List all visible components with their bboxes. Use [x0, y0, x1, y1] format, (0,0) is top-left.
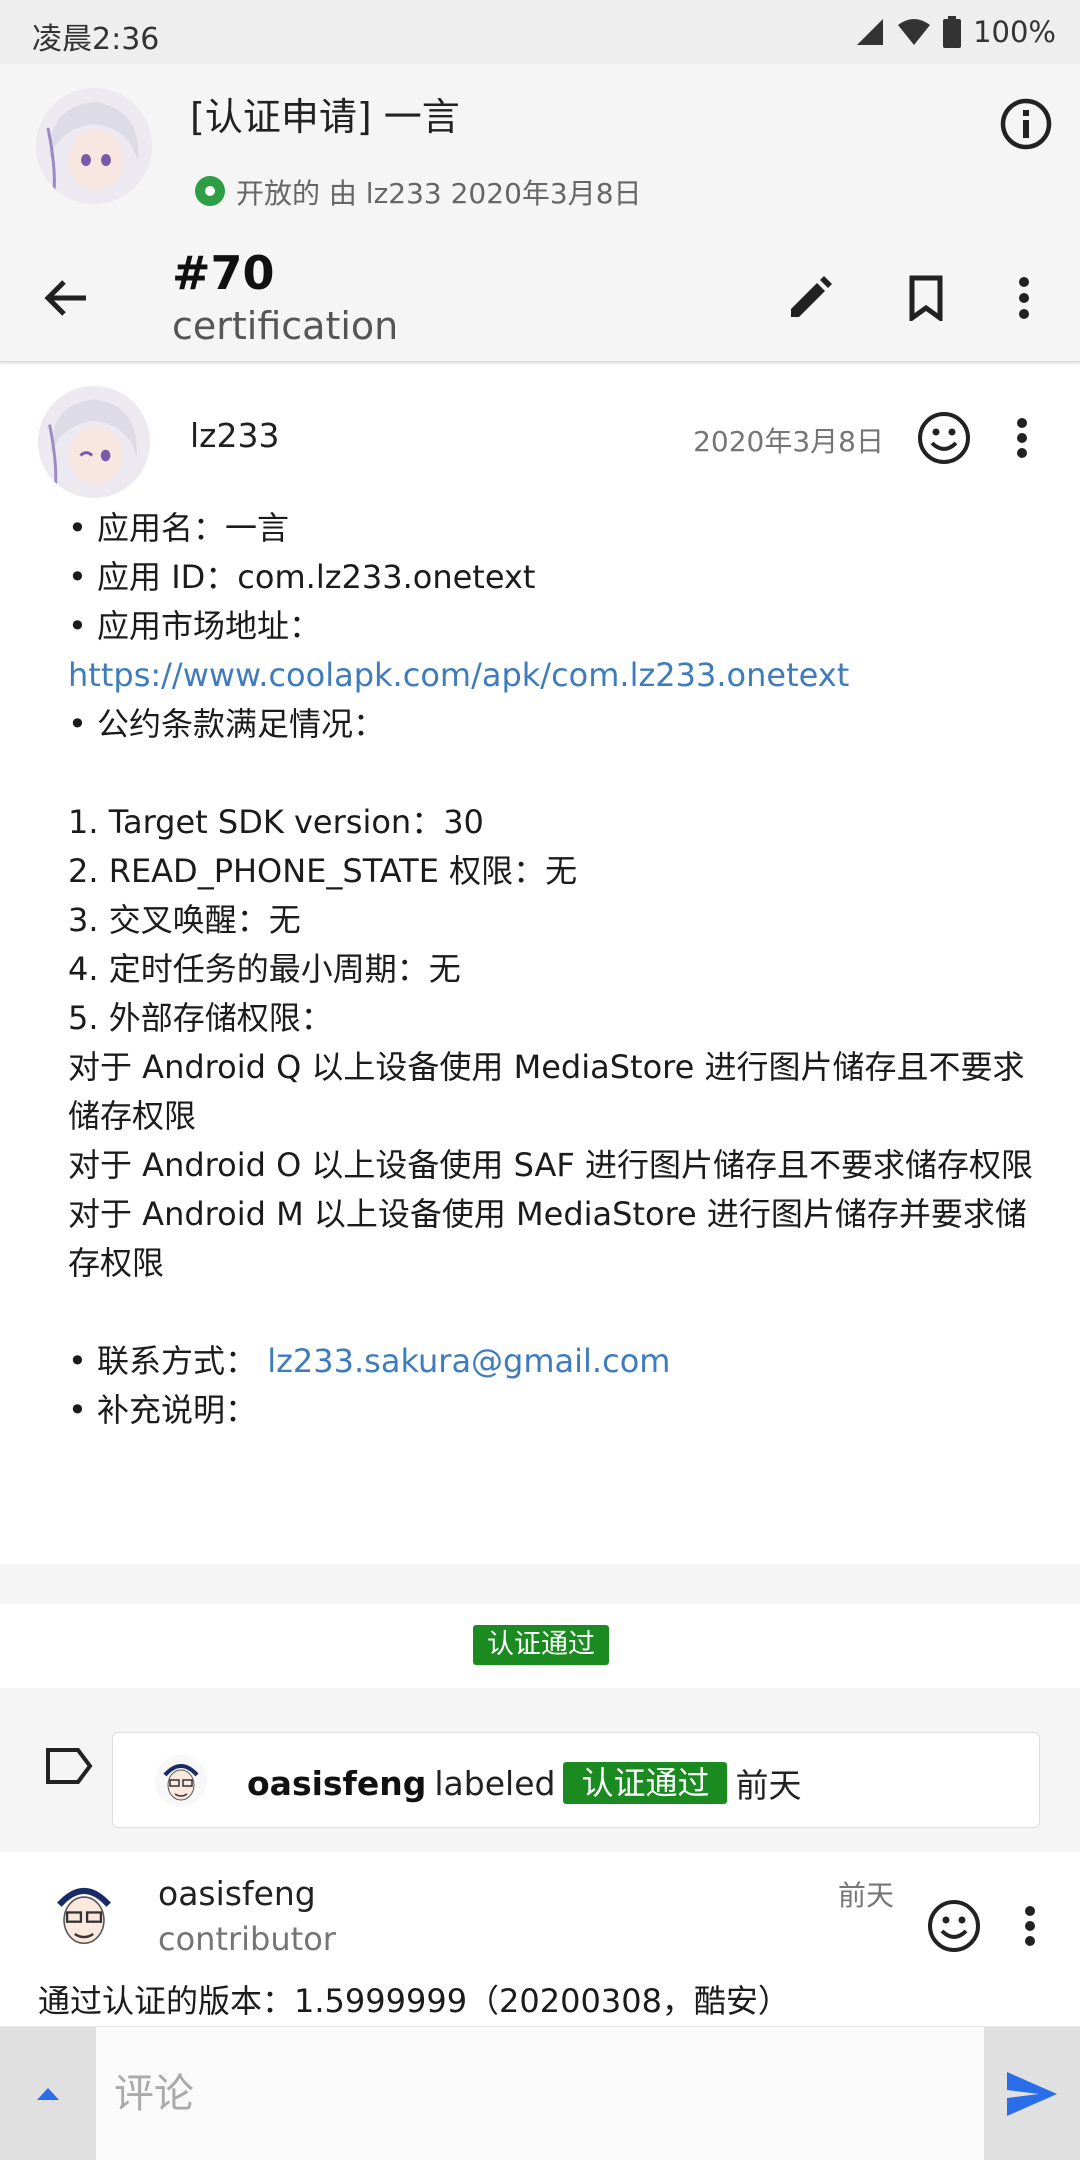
body-line: 2. READ_PHONE_STATE 权限：无 [68, 852, 578, 890]
edit-button[interactable] [778, 266, 842, 330]
comment-date: 2020年3月8日 [693, 425, 884, 458]
event-time: 前天 [735, 1766, 802, 1805]
comment-more-button[interactable] [1002, 408, 1042, 468]
issue-meta: 开放的 由 lz233 2020年3月8日 [236, 177, 642, 210]
battery-icon [943, 16, 962, 48]
timeline-event: oasisfeng labeled 认证通过 前天 [0, 1688, 1080, 1852]
pencil-icon [791, 276, 832, 317]
body-line: 3. 交叉唤醒：无 [68, 901, 301, 939]
body-line [68, 749, 1048, 798]
event-action: labeled [434, 1763, 556, 1803]
body-line: 4. 定时任务的最小周期：无 [68, 950, 461, 988]
status-bar: 凌晨2:36 100% [0, 0, 1080, 64]
expand-composer-button[interactable] [0, 2027, 96, 2160]
body-line [68, 1288, 1048, 1337]
send-icon [1007, 2072, 1057, 2116]
comment-date: 前天 [837, 1879, 894, 1912]
caret-up-icon [37, 2088, 59, 2100]
send-button[interactable] [984, 2027, 1080, 2160]
more-vertical-icon [1025, 1906, 1035, 1946]
issue-comment: oasisfeng contributor 前天 通过认证的版本：1.59999… [0, 1852, 1080, 2026]
body-line: 对于 Android M 以上设备使用 MediaStore 进行图片储存并要求… [68, 1195, 1027, 1282]
smiley-icon [928, 1900, 980, 1952]
event-card: oasisfeng labeled 认证通过 前天 [112, 1732, 1040, 1828]
smiley-icon [918, 412, 970, 464]
add-reaction-button[interactable] [914, 408, 974, 468]
arrow-back-icon [44, 280, 86, 316]
extra-label: • 补充说明： [68, 1391, 258, 1429]
more-vertical-icon [1017, 418, 1027, 458]
comment-input[interactable] [96, 2027, 984, 2160]
info-icon [1000, 98, 1052, 150]
issue-title: [认证申请] 一言 [190, 95, 460, 139]
comment-author-avatar[interactable] [38, 386, 150, 498]
issue-comment: lz233 2020年3月8日 • 应用名：一言 • 应用 ID：com.lz2… [0, 364, 1080, 1564]
issue-number: #70 [172, 246, 275, 300]
comment-author-avatar[interactable] [44, 1874, 124, 1954]
event-actor-avatar[interactable] [155, 1755, 207, 1807]
body-line: 对于 Android Q 以上设备使用 MediaStore 进行图片储存且不要… [68, 1048, 1025, 1135]
comment-more-button[interactable] [1010, 1896, 1050, 1956]
body-line: • 应用市场地址： [68, 607, 322, 645]
applied-labels: 认证通过 [0, 1604, 1080, 1688]
coolapk-link[interactable]: https://www.coolapk.com/apk/com.lz233.on… [68, 656, 849, 694]
comment-author[interactable]: oasisfeng [158, 1874, 316, 1913]
system-icons: 100% [855, 12, 1056, 52]
issue-header: [认证申请] 一言 开放的 由 lz233 2020年3月8日 [0, 64, 1080, 234]
label-tag-icon [46, 1748, 93, 1784]
back-button[interactable] [34, 266, 98, 330]
wifi-icon [898, 19, 931, 45]
overflow-menu-button[interactable] [994, 266, 1054, 330]
comment-body: 通过认证的版本：1.5999999（20200308，酷安） [38, 1982, 790, 2020]
info-button[interactable] [996, 94, 1056, 154]
body-line: • 应用名：一言 [68, 509, 290, 547]
add-reaction-button[interactable] [924, 1896, 984, 1956]
repo-name: certification [172, 304, 399, 348]
contact-email-link[interactable]: lz233.sakura@gmail.com [267, 1342, 670, 1380]
body-line: • 应用 ID：com.lz233.onetext [68, 558, 536, 596]
body-line: 5. 外部存储权限： [68, 999, 333, 1037]
body-line: 对于 Android O 以上设备使用 SAF 进行图片储存且不要求储存权限 [68, 1146, 1033, 1184]
event-actor[interactable]: oasisfeng [247, 1764, 426, 1803]
comment-body: • 应用名：一言 • 应用 ID：com.lz233.onetext • 应用市… [68, 504, 1048, 1435]
more-vertical-icon [1019, 277, 1029, 319]
comment-author[interactable]: lz233 [190, 416, 279, 455]
body-line: • 公约条款满足情况： [68, 705, 386, 743]
label-chip[interactable]: 认证通过 [473, 1625, 609, 1665]
bookmark-icon [909, 275, 943, 321]
status-time: 凌晨2:36 [32, 22, 160, 57]
author-avatar[interactable] [36, 88, 152, 204]
contact-label: • 联系方式： [68, 1342, 258, 1380]
body-line: 1. Target SDK version：30 [68, 803, 484, 841]
toolbar: #70 certification [0, 234, 1080, 362]
bookmark-button[interactable] [894, 266, 958, 330]
battery-percent: 100% [973, 15, 1056, 49]
comment-composer [0, 2026, 1080, 2160]
section-divider [0, 1564, 1080, 1604]
event-description: oasisfeng labeled 认证通过 前天 [247, 1759, 801, 1807]
author-role: contributor [158, 1920, 336, 1958]
open-state-icon [195, 176, 225, 206]
signal-icon [857, 19, 884, 45]
event-label-chip[interactable]: 认证通过 [563, 1762, 728, 1804]
